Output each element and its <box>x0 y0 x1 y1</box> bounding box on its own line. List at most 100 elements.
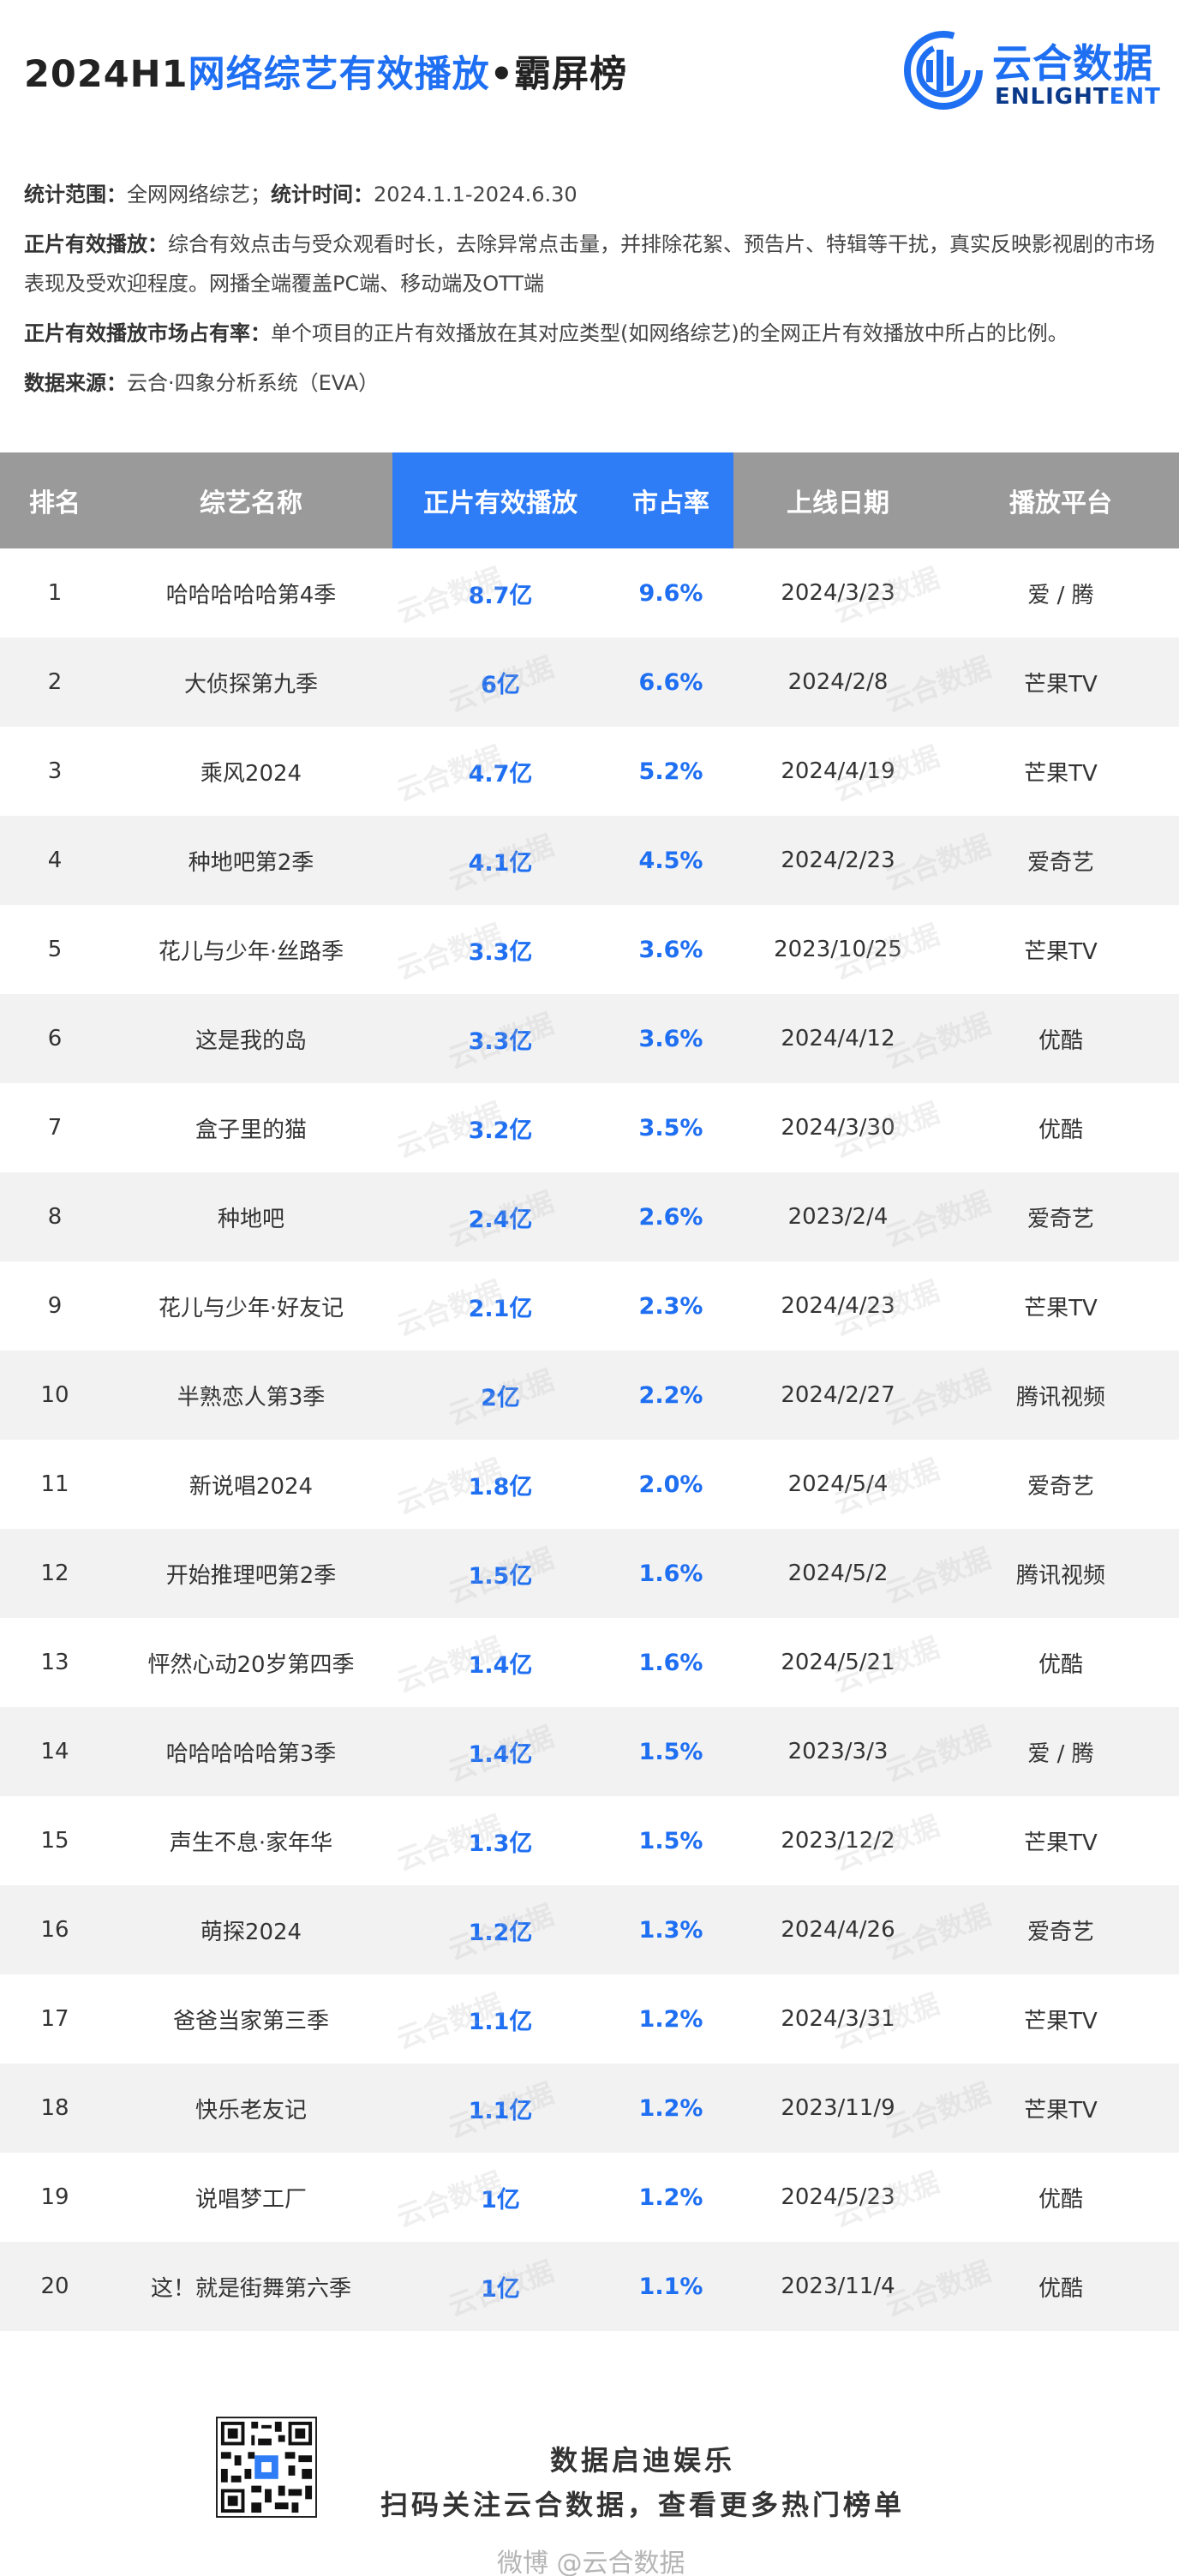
cell-platform: 优酷 <box>1038 1117 1083 1143</box>
title-topic: 网络综艺有效播放 <box>188 53 490 96</box>
table-row: 13 怦然心动20岁第四季 1.4亿 1.6% 2024/5/21 优酷 云合数据 云合数据 <box>0 1618 1179 1707</box>
cell-rank: 1 <box>47 580 63 606</box>
cell-share: 9.6% <box>638 579 703 607</box>
table-row: 6 这是我的岛 3.3亿 3.6% 2024/4/12 优酷 云合数据 云合数据 <box>0 994 1179 1083</box>
cell-rank: 4 <box>47 848 63 873</box>
page-footer: 数据启迪娱乐 扫码关注云合数据，查看更多热门榜单 微博 @云合数据 <box>0 2338 1179 2576</box>
cell-show-name: 大侦探第九季 <box>183 671 318 698</box>
cell-show-name: 种地吧第2季 <box>188 849 314 876</box>
cell-date: 2023/10/25 <box>774 937 902 962</box>
header-share: 市占率 <box>608 452 733 548</box>
desc-play-key: 正片有效播放： <box>24 232 168 256</box>
cell-plays: 1.1亿 <box>468 2008 533 2035</box>
cell-share: 3.6% <box>638 936 703 963</box>
cell-platform: 优酷 <box>1038 2186 1083 2213</box>
cell-platform: 腾讯视频 <box>1015 1562 1105 1589</box>
cell-platform: 爱奇艺 <box>1026 1919 1094 1945</box>
cell-plays: 1.2亿 <box>468 1919 533 1946</box>
cell-rank: 16 <box>40 1917 69 1943</box>
table-row: 9 花儿与少年·好友记 2.1亿 2.3% 2024/4/23 芒果TV 云合数据 云合数据 <box>0 1261 1179 1351</box>
description-block: 统计范围：全网网络综艺；统计时间：2024.1.1-2024.6.30 正片有效… <box>24 175 1164 413</box>
desc-source-key: 数据来源： <box>24 371 127 395</box>
cell-share: 1.1% <box>638 2273 703 2300</box>
cell-show-name: 怦然心动20岁第四季 <box>147 1651 355 1678</box>
cell-show-name: 说唱梦工厂 <box>195 2186 307 2213</box>
table-row: 16 萌探2024 1.2亿 1.3% 2024/4/26 爱奇艺 云合数据 云合数据 <box>0 1885 1179 1974</box>
cell-show-name: 这！就是街舞第六季 <box>150 2275 351 2302</box>
cell-rank: 7 <box>47 1115 63 1141</box>
cell-show-name: 快乐老友记 <box>195 2097 307 2124</box>
cell-share: 1.3% <box>638 1916 703 1944</box>
cell-plays: 2.4亿 <box>468 1206 533 1233</box>
desc-play-val: 综合有效点击与受众观看时长，去除异常点击量，并排除花絮、预告片、特辑等干扰，真实… <box>24 232 1155 296</box>
logo-en-main: ENLIGHT <box>995 84 1110 110</box>
desc-play: 正片有效播放：综合有效点击与受众观看时长，去除异常点击量，并排除花絮、预告片、特… <box>24 225 1164 303</box>
table-row: 10 半熟恋人第3季 2亿 2.2% 2024/2/27 腾讯视频 云合数据 云合数据 <box>0 1351 1179 1440</box>
table-row: 15 声生不息·家年华 1.3亿 1.5% 2023/12/2 芒果TV 云合数据 云合数据 <box>0 1796 1179 1885</box>
cell-plays: 1.8亿 <box>468 1473 533 1501</box>
cell-share: 1.6% <box>638 1560 703 1587</box>
cell-platform: 芒果TV <box>1024 1830 1098 1856</box>
cell-date: 2024/2/8 <box>787 669 889 695</box>
cell-platform: 爱 / 腾 <box>1027 1740 1094 1767</box>
cell-share: 1.2% <box>638 2005 703 2033</box>
weibo-watermark: 微博 @云合数据 <box>497 2549 685 2576</box>
cell-share: 6.6% <box>638 668 703 696</box>
table-row: 7 盒子里的猫 3.2亿 3.5% 2024/3/30 优酷 云合数据 云合数据 <box>0 1083 1179 1172</box>
cell-share: 3.6% <box>638 1025 703 1052</box>
cell-platform: 芒果TV <box>1024 938 1098 965</box>
cell-date: 2023/11/9 <box>781 2095 895 2121</box>
logo-english-text: ENLIGHTENT <box>995 84 1161 110</box>
cell-platform: 爱 / 腾 <box>1027 582 1094 608</box>
cell-show-name: 萌探2024 <box>200 1919 302 1945</box>
cell-plays: 3.3亿 <box>468 1027 533 1055</box>
table-row: 11 新说唱2024 1.8亿 2.0% 2024/5/4 爱奇艺 云合数据 云合数据 <box>0 1440 1179 1529</box>
table-body: 1 哈哈哈哈哈第4季 8.7亿 9.6% 2024/3/23 爱 / 腾云合数据 云合数据 2… <box>0 548 1179 2331</box>
desc-share-val: 单个项目的正片有效播放在其对应类型(如网络综艺)的全网正片有效播放中所占的比例。 <box>271 321 1068 345</box>
table-row: 4 种地吧第2季 4.1亿 4.5% 2024/2/23 爱奇艺 云合数据 云合数据 <box>0 816 1179 905</box>
cell-platform: 腾讯视频 <box>1015 1384 1105 1411</box>
header-plays: 正片有效播放 <box>392 452 608 548</box>
cell-show-name: 开始推理吧第2季 <box>165 1562 337 1589</box>
cell-plays: 8.7亿 <box>468 582 533 609</box>
header-name: 综艺名称 <box>200 488 302 518</box>
cell-rank: 15 <box>40 1828 69 1854</box>
cell-date: 2024/5/2 <box>787 1561 889 1586</box>
desc-scope-val: 全网网络综艺； <box>127 183 271 207</box>
cell-platform: 优酷 <box>1038 1651 1083 1678</box>
desc-share: 正片有效播放市场占有率：单个项目的正片有效播放在其对应类型(如网络综艺)的全网正… <box>24 314 1164 353</box>
cell-date: 2023/12/2 <box>781 1828 895 1854</box>
desc-scope: 统计范围：全网网络综艺；统计时间：2024.1.1-2024.6.30 <box>24 175 1164 214</box>
cell-date: 2024/3/23 <box>781 580 895 606</box>
cell-plays: 3.3亿 <box>468 938 533 966</box>
table-row: 8 种地吧 2.4亿 2.6% 2023/2/4 爱奇艺 云合数据 云合数据 <box>0 1172 1179 1261</box>
cell-plays: 1.4亿 <box>468 1651 533 1679</box>
header-platform: 播放平台 <box>1009 488 1112 518</box>
cell-share: 3.5% <box>638 1114 703 1141</box>
table-row: 1 哈哈哈哈哈第4季 8.7亿 9.6% 2024/3/23 爱 / 腾云合数据 云合数据 <box>0 548 1179 638</box>
cell-platform: 芒果TV <box>1024 1295 1098 1321</box>
cell-show-name: 种地吧 <box>217 1206 284 1232</box>
cell-rank: 13 <box>40 1650 69 1675</box>
cell-date: 2024/5/23 <box>781 2184 895 2210</box>
cell-rank: 2 <box>47 669 63 695</box>
cell-share: 2.6% <box>638 1203 703 1231</box>
desc-time-key: 统计时间： <box>271 183 374 207</box>
qr-code-icon <box>216 2417 317 2518</box>
cell-share: 5.2% <box>638 758 703 785</box>
cell-plays: 1.5亿 <box>468 1562 533 1590</box>
logo-en-accent: ENT <box>1109 84 1161 110</box>
footer-cta: 扫码关注云合数据，查看更多热门榜单 <box>380 2489 905 2521</box>
cell-share: 1.5% <box>638 1827 703 1854</box>
cell-show-name: 盒子里的猫 <box>195 1117 307 1143</box>
cell-date: 2023/2/4 <box>787 1204 889 1230</box>
cell-show-name: 声生不息·家年华 <box>169 1830 333 1856</box>
cell-plays: 1.3亿 <box>468 1830 533 1857</box>
cell-show-name: 哈哈哈哈哈第4季 <box>165 582 337 608</box>
cell-show-name: 爸爸当家第三季 <box>172 2008 329 2034</box>
table-header-row: 排名 综艺名称 正片有效播放 市占率 上线日期 播放平台 <box>0 452 1179 548</box>
cell-plays: 2.1亿 <box>468 1295 533 1322</box>
ranking-table: 排名 综艺名称 正片有效播放 市占率 上线日期 播放平台 1 哈哈哈哈哈第4季 8.… <box>0 452 1179 2331</box>
cell-share: 1.5% <box>638 1738 703 1765</box>
cell-share: 2.0% <box>638 1471 703 1498</box>
